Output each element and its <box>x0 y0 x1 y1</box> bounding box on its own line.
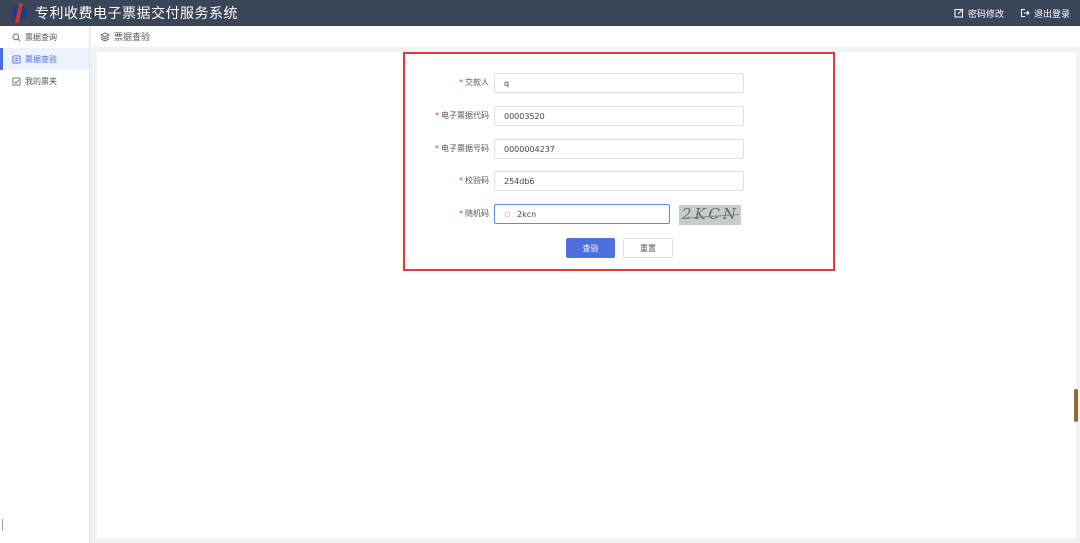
invoice-number-input[interactable]: 0000004237 <box>494 139 744 159</box>
invoice-code-input[interactable]: 00003520 <box>494 106 744 126</box>
logo-icon <box>10 2 32 24</box>
invoice-code-label-text: 电子票据代码 <box>441 111 489 120</box>
required-mark: * <box>459 209 463 218</box>
required-mark: * <box>459 78 463 87</box>
top-bar: 专利收费电子票据交付服务系统 密码修改 退出登录 <box>0 0 1080 26</box>
random-code-label: * 随机码 <box>459 204 489 224</box>
invoice-code-label: * 电子票据代码 <box>435 106 489 126</box>
random-code-row: * 随机码 2kcn 2KCN <box>404 204 834 225</box>
payer-value: q <box>504 78 510 88</box>
edit-icon <box>954 8 964 18</box>
loading-icon <box>504 211 511 217</box>
logout-icon <box>1020 9 1030 17</box>
reset-button[interactable]: 重置 <box>623 238 673 258</box>
document-check-icon <box>12 54 21 64</box>
check-code-row: * 校验码 254db6 <box>404 171 834 191</box>
random-code-value: 2kcn <box>517 209 537 219</box>
check-code-input[interactable]: 254db6 <box>494 171 744 191</box>
sidebar-item-invoice-query[interactable]: 票据查询 <box>0 26 89 48</box>
invoice-code-value: 00003520 <box>504 111 545 121</box>
layers-icon <box>100 31 110 42</box>
sidebar-item-label: 我的票夹 <box>25 76 57 86</box>
verify-button[interactable]: 查验 <box>566 238 615 258</box>
folder-check-icon <box>12 76 21 86</box>
change-password-link[interactable]: 密码修改 <box>954 7 1004 20</box>
top-actions: 密码修改 退出登录 <box>954 0 1070 26</box>
breadcrumb-label: 票据查验 <box>114 33 151 43</box>
sidebar-item-label: 票据查询 <box>25 32 57 42</box>
invoice-code-row: * 电子票据代码 00003520 <box>404 106 834 126</box>
check-code-label: * 校验码 <box>459 171 489 191</box>
random-code-label-text: 随机码 <box>465 209 489 218</box>
logout-label: 退出登录 <box>1033 9 1070 20</box>
sidebar-item-invoice-verify[interactable]: 票据查验 <box>0 48 89 70</box>
captcha-image[interactable]: 2KCN <box>679 205 741 225</box>
breadcrumb: 票据查验 <box>91 26 1080 47</box>
random-code-input[interactable]: 2kcn <box>494 204 670 224</box>
payer-label-text: 交款人 <box>465 78 489 87</box>
app-title: 专利收费电子票据交付服务系统 <box>35 6 238 22</box>
required-mark: * <box>435 111 439 120</box>
invoice-number-row: * 电子票据号码 0000004237 <box>404 139 834 159</box>
invoice-number-label-text: 电子票据号码 <box>441 144 489 153</box>
invoice-number-value: 0000004237 <box>504 144 555 154</box>
sidebar: 票据查询 票据查验 我的票夹 <box>0 26 90 543</box>
sidebar-item-label: 票据查验 <box>25 54 57 64</box>
search-icon <box>12 33 21 41</box>
sidebar-scrollbar[interactable] <box>2 519 3 531</box>
scrollbar-thumb[interactable] <box>1074 389 1078 422</box>
logout-link[interactable]: 退出登录 <box>1020 7 1070 20</box>
change-password-label: 密码修改 <box>967 9 1004 20</box>
payer-row: * 交款人 q <box>404 73 834 93</box>
sidebar-item-my-folder[interactable]: 我的票夹 <box>0 70 89 92</box>
required-mark: * <box>435 144 439 153</box>
payer-input[interactable]: q <box>494 73 744 93</box>
payer-label: * 交款人 <box>459 73 489 93</box>
required-mark: * <box>459 176 463 185</box>
invoice-number-label: * 电子票据号码 <box>435 139 489 159</box>
check-code-value: 254db6 <box>504 176 535 186</box>
check-code-label-text: 校验码 <box>465 176 489 185</box>
